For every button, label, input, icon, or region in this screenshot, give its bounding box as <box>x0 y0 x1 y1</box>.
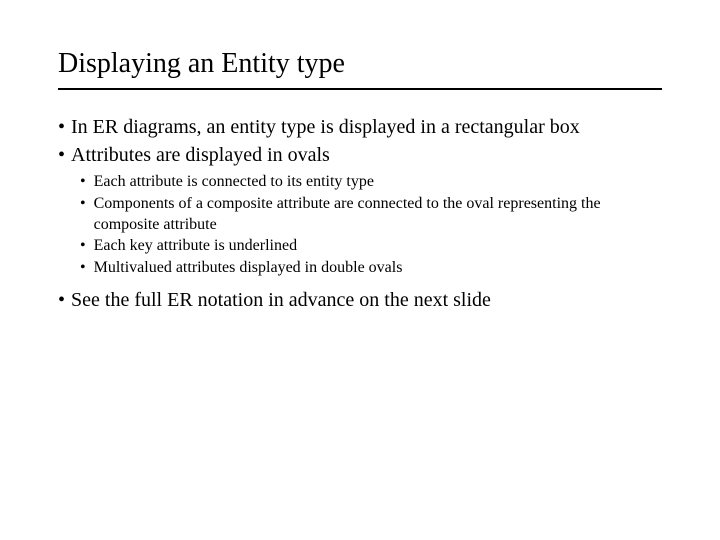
bullet-sub-3-text: Each key attribute is underlined <box>94 236 297 257</box>
bullet-dot: • <box>80 172 86 193</box>
bullet-main-1: • In ER diagrams, an entity type is disp… <box>58 114 662 140</box>
bullet-dot: • <box>80 258 86 279</box>
bullet-main-2-text: Attributes are displayed in ovals <box>71 142 330 168</box>
bullet-sub-2: • Components of a composite attribute ar… <box>80 194 662 236</box>
bullet-sub-4: • Multivalued attributes displayed in do… <box>80 258 662 279</box>
slide-title: Displaying an Entity type <box>58 48 662 80</box>
bullet-sub-3: • Each key attribute is underlined <box>80 236 662 257</box>
bullet-dot: • <box>58 142 65 168</box>
bullet-dot: • <box>58 287 65 313</box>
bullet-main-2: • Attributes are displayed in ovals <box>58 142 662 168</box>
bullet-dot: • <box>58 114 65 140</box>
bullet-dot: • <box>80 194 86 236</box>
bullet-main-1-text: In ER diagrams, an entity type is displa… <box>71 114 580 140</box>
bullet-main-3-text: See the full ER notation in advance on t… <box>71 287 491 313</box>
bullet-sub-1: • Each attribute is connected to its ent… <box>80 172 662 193</box>
sub-bullet-group: • Each attribute is connected to its ent… <box>58 172 662 279</box>
bullet-sub-4-text: Multivalued attributes displayed in doub… <box>94 258 403 279</box>
bullet-dot: • <box>80 236 86 257</box>
bullet-sub-1-text: Each attribute is connected to its entit… <box>94 172 374 193</box>
bullet-main-3: • See the full ER notation in advance on… <box>58 287 662 313</box>
bullet-sub-2-text: Components of a composite attribute are … <box>94 194 662 236</box>
title-divider <box>58 88 662 90</box>
